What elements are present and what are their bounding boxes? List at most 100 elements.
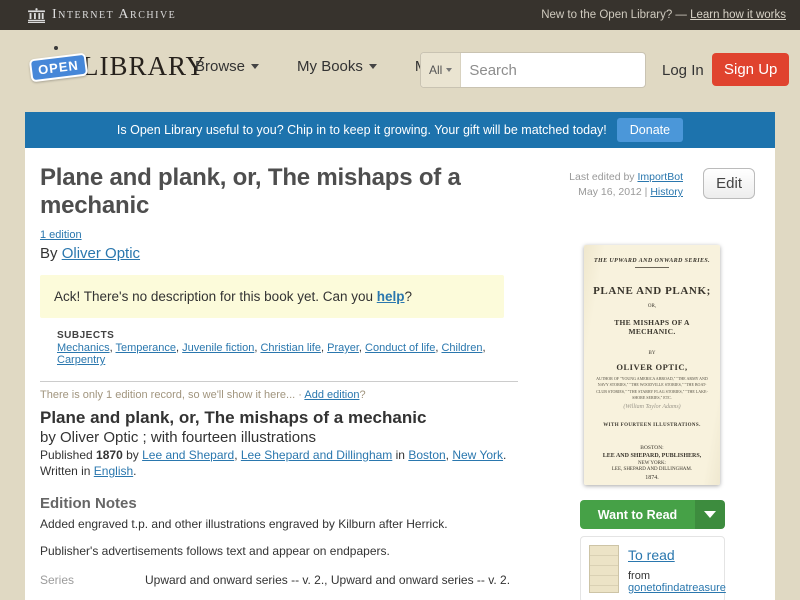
reading-log-from: from gonetofindatreasure (628, 570, 726, 594)
published-line: Published 1870 by Lee and Shepard, Lee S… (40, 448, 528, 462)
cover-series-line: THE UPWARD AND ONWARD SERIES. (593, 258, 710, 264)
open-library-header: OPEN LIBRARY Browse My Books More All Lo… (0, 30, 800, 112)
nav-my-books[interactable]: My Books (297, 58, 377, 75)
edition-notice: There is only 1 edition record, so we'll… (40, 389, 528, 401)
edition-notice-text: ? (359, 389, 366, 401)
search-box: All (420, 52, 646, 88)
edition-byline: by Oliver Optic ; with fourteen illustra… (40, 429, 316, 446)
by-prefix: By (40, 245, 62, 262)
nail-dot-icon (54, 46, 58, 50)
help-link[interactable]: help (377, 289, 405, 304)
cover-publisher2-line: LEE, SHEPARD AND DILLINGHAM. (611, 466, 693, 472)
series-row: Series Upward and onward series -- v. 2.… (40, 573, 528, 587)
want-to-read-button[interactable]: Want to Read (580, 500, 725, 529)
sign-up-button[interactable]: Sign Up (712, 53, 790, 86)
publisher-link[interactable]: Lee Shepard and Dillingham (241, 448, 392, 462)
chevron-down-icon (446, 68, 453, 72)
edition-note: Publisher's advertisements follows text … (40, 544, 390, 558)
banner-message: Is Open Library useful to you? Chip in t… (116, 123, 607, 137)
cover-or-line: OR, (647, 304, 657, 309)
from-text: from (628, 570, 650, 582)
cover-subtitle-line: THE MISHAPS OF A MECHANIC. (614, 318, 690, 336)
edition-title: Plane and plank, or, The mishaps of a me… (40, 408, 427, 427)
written-in-line: Written in English. (40, 464, 528, 478)
topbar-right-text: New to the Open Library? — (541, 9, 691, 21)
open-sign: OPEN (28, 46, 89, 86)
reading-log-thumbnail[interactable] (589, 545, 619, 593)
reading-log-card: To read from gonetofindatreasure (580, 536, 726, 600)
search-scope-dropdown[interactable]: All (421, 53, 462, 87)
editions-count-link[interactable]: 1 edition (40, 229, 82, 241)
cover-credits-line: AUTHOR OF "YOUNG AMERICA ABROAD," "THE A… (596, 376, 708, 401)
publish-year: 1870 (96, 448, 123, 462)
want-to-read-dropdown[interactable] (695, 500, 725, 529)
subjects-label: Subjects (57, 330, 115, 341)
cover-author-line: OLIVER OPTIC, (616, 362, 688, 372)
cover-rule (635, 267, 669, 268)
inline-text: . (503, 448, 507, 462)
edition-note: Added engraved t.p. and other illustrati… (40, 517, 448, 531)
published-in: in (392, 448, 409, 462)
written-in-text: Written in (40, 464, 94, 478)
bullet: · (295, 389, 305, 401)
book-sidebar: THE UPWARD AND ONWARD SERIES. PLANE AND … (578, 148, 726, 600)
donate-button[interactable]: Donate (616, 118, 684, 142)
chevron-down-icon (251, 64, 260, 69)
reading-log-text: To read from gonetofindatreasure (628, 545, 726, 594)
add-edition-link[interactable]: Add edition (304, 389, 359, 401)
chevron-down-icon (368, 64, 377, 69)
edition-notes-heading: Edition Notes (40, 495, 137, 512)
published-by: by (122, 448, 143, 462)
internet-archive-topbar: Internet Archive New to the Open Library… (0, 0, 800, 30)
subject-link[interactable]: Mechanics (57, 342, 110, 354)
inline-text: , (482, 342, 486, 354)
section-divider (40, 381, 518, 382)
place-link[interactable]: New York (452, 448, 503, 462)
cover-city1-line: BOSTON: (640, 444, 664, 451)
search-input[interactable] (461, 61, 645, 79)
cover-handwritten-line: (William Taylor Adams) (623, 403, 681, 410)
cover-publisher1-line: LEE AND SHEPARD, PUBLISHERS, (602, 452, 702, 459)
cover-title-line: PLANE AND PLANK; (593, 285, 711, 297)
subjects-links: Mechanics, Temperance, Juvenile fiction,… (57, 342, 528, 366)
subject-link[interactable]: Conduct of life (365, 342, 435, 354)
topbar-right-message: New to the Open Library? — Learn how it … (541, 9, 786, 21)
no-description-box: Ack! There's no description for this boo… (40, 275, 504, 318)
inline-text: . (133, 464, 137, 478)
to-read-link[interactable]: To read (628, 547, 675, 563)
internet-archive-wordmark: Internet Archive (52, 7, 177, 22)
cover-city2-line: NEW YORK: (638, 460, 666, 466)
series-label: Series (40, 573, 75, 587)
cover-by-line: BY (648, 351, 656, 356)
series-value: Upward and onward series -- v. 2., Upwar… (145, 573, 511, 587)
subjects-section: Subjects Mechanics, Temperance, Juvenile… (57, 330, 528, 366)
place-link[interactable]: Boston (408, 448, 445, 462)
open-library-logo[interactable]: OPEN LIBRARY (28, 46, 206, 86)
cover-year-line: 1874. (645, 474, 659, 481)
subject-link[interactable]: Temperance (116, 342, 177, 354)
donation-banner: Is Open Library useful to you? Chip in t… (25, 112, 775, 148)
cover-illustrations-line: WITH FOURTEEN ILLUSTRATIONS. (603, 422, 701, 428)
subject-link[interactable]: Prayer (327, 342, 359, 354)
book-main-column: Plane and plank, or, The mishaps of a me… (40, 148, 528, 600)
nav-browse[interactable]: Browse (195, 58, 260, 75)
log-in-link[interactable]: Log In (662, 62, 704, 79)
no-description-text: Ack! There's no description for this boo… (54, 289, 377, 304)
subject-link[interactable]: Juvenile fiction (182, 342, 254, 354)
book-author-byline: By Oliver Optic (40, 245, 528, 262)
subject-link[interactable]: Christian life (260, 342, 321, 354)
learn-how-link[interactable]: Learn how it works (690, 9, 786, 21)
inline-text: , (234, 448, 241, 462)
published-prefix: Published (40, 448, 97, 462)
book-page-card: Last edited by ImportBot May 16, 2012 | … (25, 148, 775, 600)
no-description-text: ? (404, 289, 413, 304)
subject-link[interactable]: Carpentry (57, 354, 105, 366)
language-link[interactable]: English (94, 464, 133, 478)
book-cover[interactable]: THE UPWARD AND ONWARD SERIES. PLANE AND … (584, 245, 720, 485)
subject-link[interactable]: Children (441, 342, 482, 354)
publisher-link[interactable]: Lee and Shepard (142, 448, 234, 462)
chevron-down-icon (704, 511, 716, 518)
reading-log-user-link[interactable]: gonetofindatreasure (628, 582, 726, 594)
internet-archive-logo[interactable]: Internet Archive (28, 7, 176, 23)
author-link[interactable]: Oliver Optic (62, 245, 140, 262)
